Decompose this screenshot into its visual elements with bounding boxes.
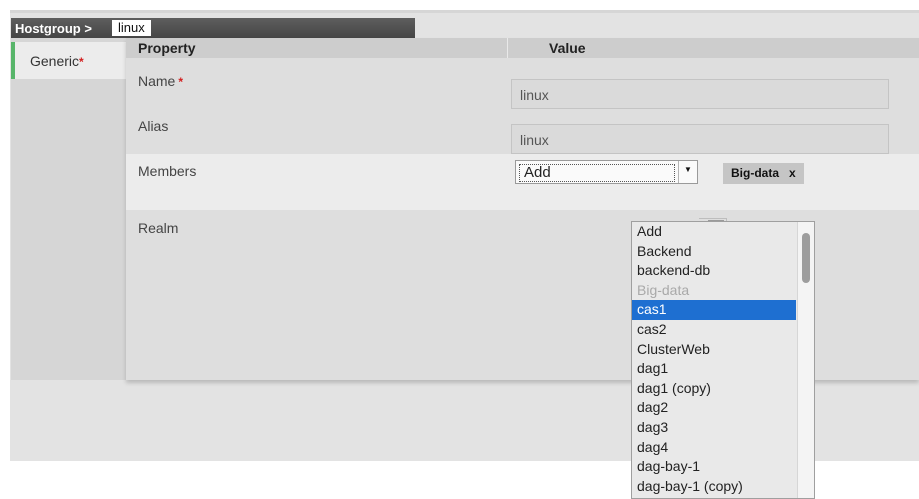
dropdown-scrollbar[interactable] bbox=[797, 222, 814, 498]
breadcrumb: Hostgroup > linux bbox=[11, 18, 415, 38]
value-column-header: Value bbox=[549, 40, 586, 56]
member-tag-remove[interactable]: x bbox=[789, 166, 796, 180]
dropdown-option[interactable]: dag-bay-1 bbox=[632, 457, 796, 477]
dropdown-option-disabled: Big-data bbox=[637, 281, 690, 298]
required-marker: * bbox=[178, 75, 184, 89]
name-label: Name * bbox=[138, 73, 183, 89]
members-select-arrow[interactable]: ▼ bbox=[678, 161, 697, 183]
dropdown-option[interactable]: dag2 bbox=[632, 398, 796, 418]
required-marker: * bbox=[79, 55, 84, 69]
dropdown-option[interactable]: dag3 bbox=[632, 418, 796, 438]
scrollbar-thumb[interactable] bbox=[802, 233, 810, 283]
tab-generic[interactable]: Generic* bbox=[11, 42, 126, 79]
members-select[interactable]: Add ▼ bbox=[515, 160, 698, 184]
dropdown-option[interactable]: cas2 bbox=[632, 320, 796, 340]
property-column-header: Property bbox=[138, 40, 196, 56]
name-label-text: Name bbox=[138, 73, 176, 89]
members-select-value: Add bbox=[524, 164, 551, 181]
tab-column: Generic* bbox=[11, 38, 126, 380]
table-header: Property Value bbox=[126, 38, 919, 58]
alias-field[interactable]: linux bbox=[511, 124, 889, 154]
tab-generic-label: Generic bbox=[30, 53, 80, 69]
realm-label: Realm bbox=[138, 220, 179, 236]
dropdown-option-selected[interactable]: cas1 bbox=[632, 300, 796, 320]
member-tag: Big-data x bbox=[723, 163, 804, 184]
breadcrumb-current: linux bbox=[112, 20, 151, 36]
dropdown-option[interactable]: Add bbox=[632, 222, 796, 242]
dropdown-option[interactable]: dag1 bbox=[632, 359, 796, 379]
member-tag-label: Big-data bbox=[731, 166, 779, 180]
members-label: Members bbox=[138, 163, 197, 179]
dropdown-option[interactable]: dag1 (copy) bbox=[632, 379, 796, 399]
dropdown-option[interactable]: backend-db bbox=[632, 261, 796, 281]
dropdown-option[interactable]: dag-bay-1 (copy) bbox=[632, 477, 796, 497]
dropdown-option[interactable]: ClusterWeb bbox=[632, 340, 796, 360]
name-field[interactable]: linux bbox=[511, 79, 889, 109]
members-dropdown-list[interactable]: Add Backend backend-db Big-data cas1 cas… bbox=[631, 221, 815, 499]
top-divider bbox=[10, 10, 919, 13]
dropdown-option[interactable]: dag4 bbox=[632, 438, 796, 458]
hostgroup-editor: Hostgroup > linux Generic* Property Valu… bbox=[10, 10, 919, 499]
column-separator bbox=[507, 38, 508, 58]
dropdown-option[interactable]: Backend bbox=[632, 242, 796, 262]
caret-down-icon: ▼ bbox=[684, 165, 692, 174]
properties-panel: Property Value Name * linux Alias linux M… bbox=[126, 38, 919, 499]
breadcrumb-section[interactable]: Hostgroup > bbox=[15, 21, 92, 36]
alias-label: Alias bbox=[138, 118, 169, 134]
